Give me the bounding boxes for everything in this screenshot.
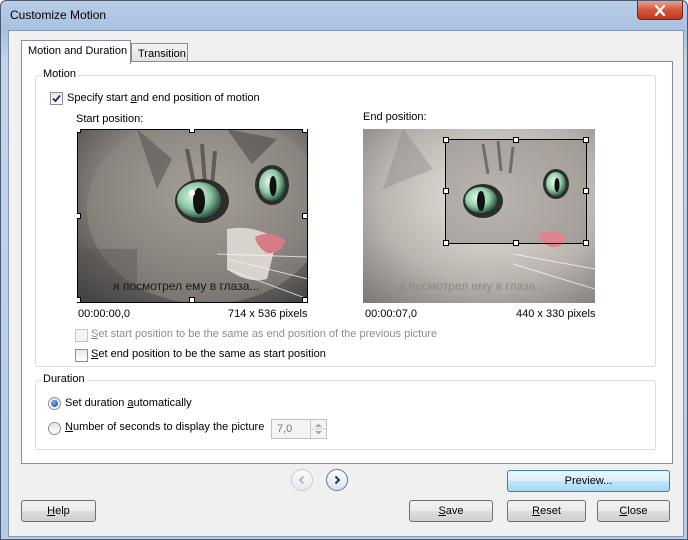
auto-duration-radio[interactable] (48, 397, 61, 410)
crop-handle[interactable] (189, 129, 195, 133)
end-time: 00:00:07,0 (365, 308, 417, 320)
crop-handle[interactable] (443, 137, 449, 143)
crop-handle[interactable] (513, 240, 519, 246)
spinner-arrows[interactable] (310, 420, 326, 438)
close-button-label: Close (619, 505, 648, 517)
close-button[interactable]: Close (597, 500, 670, 522)
crop-handle[interactable] (77, 129, 81, 133)
crop-handle[interactable] (77, 213, 81, 219)
window-close-button[interactable] (637, 1, 683, 20)
spinner-up-down-icon (311, 423, 326, 435)
help-button[interactable]: Help (21, 500, 96, 522)
end-crop-frame[interactable] (445, 139, 587, 244)
radio-selected-dot (51, 400, 58, 407)
start-position-picture[interactable]: я посмотрел ему в глаза... (77, 129, 308, 303)
save-button[interactable]: Save (409, 500, 493, 522)
reset-button-label: Reset (532, 505, 561, 517)
help-button-label: Help (47, 505, 70, 517)
chevron-left-icon (298, 475, 305, 485)
start-size: 714 x 536 pixels (228, 308, 308, 320)
reset-button[interactable]: Reset (507, 500, 586, 522)
crop-handle[interactable] (513, 137, 519, 143)
previous-picture-button[interactable] (291, 469, 313, 491)
start-position-label: Start position: (76, 113, 144, 125)
end-picture-caption: я посмотрел ему в глаза... (399, 279, 546, 293)
next-picture-button[interactable] (326, 469, 348, 491)
crop-handle[interactable] (443, 240, 449, 246)
tab-motion-and-duration[interactable]: Motion and Duration (21, 40, 131, 64)
end-position-label: End position: (363, 111, 427, 123)
end-same-as-start-label[interactable]: Set end position to be the same as start… (91, 348, 326, 360)
motion-group: Motion Specify start and end position of… (35, 68, 656, 367)
close-icon (654, 4, 666, 16)
seconds-duration-radio[interactable] (48, 422, 61, 435)
preview-button[interactable]: Preview... (507, 470, 670, 492)
duration-group-legend: Duration (41, 373, 87, 385)
dialog-window: Customize Motion Motion and Duration Tra… (0, 0, 688, 540)
save-button-label: Save (438, 505, 464, 517)
start-crop-frame[interactable] (77, 129, 308, 303)
motion-group-legend: Motion (41, 68, 79, 80)
seconds-spinner[interactable]: 7,0 (271, 419, 327, 439)
specify-motion-checkbox[interactable] (50, 92, 63, 105)
crop-handle[interactable] (189, 297, 195, 303)
crop-handle[interactable] (583, 240, 589, 246)
start-time: 00:00:00,0 (78, 308, 130, 320)
end-same-as-start-checkbox[interactable] (75, 349, 88, 362)
seconds-value: 7,0 (277, 423, 293, 435)
preview-button-label: Preview... (564, 475, 613, 487)
crop-handle[interactable] (443, 188, 449, 194)
same-as-previous-checkbox[interactable] (75, 329, 88, 342)
chevron-right-icon (334, 475, 341, 485)
tab-label: Motion and Duration (28, 45, 128, 57)
seconds-duration-label[interactable]: Number of seconds to display the picture (65, 421, 264, 433)
end-position-picture[interactable]: я посмотрел ему в глаза... (363, 129, 595, 303)
crop-handle[interactable] (77, 297, 81, 303)
crop-handle[interactable] (302, 129, 308, 133)
same-as-previous-label[interactable]: Set start position to be the same as end… (91, 328, 437, 340)
crop-handle[interactable] (583, 137, 589, 143)
checkmark-icon (52, 94, 61, 103)
dialog-client-area: Motion and Duration Transition Motion Sp… (8, 30, 684, 537)
end-size: 440 x 330 pixels (516, 308, 596, 320)
tab-label: Transition (138, 48, 186, 60)
auto-duration-label[interactable]: Set duration automatically (65, 397, 192, 409)
crop-handle[interactable] (583, 188, 589, 194)
tab-panel: Motion Specify start and end position of… (21, 61, 673, 464)
specify-motion-label[interactable]: Specify start and end position of motion (67, 92, 260, 104)
duration-group: Duration Set duration automatically Numb… (35, 373, 656, 450)
crop-handle[interactable] (302, 297, 308, 303)
crop-handle[interactable] (302, 213, 308, 219)
title-bar[interactable]: Customize Motion (1, 1, 687, 29)
window-title: Customize Motion (10, 8, 107, 22)
